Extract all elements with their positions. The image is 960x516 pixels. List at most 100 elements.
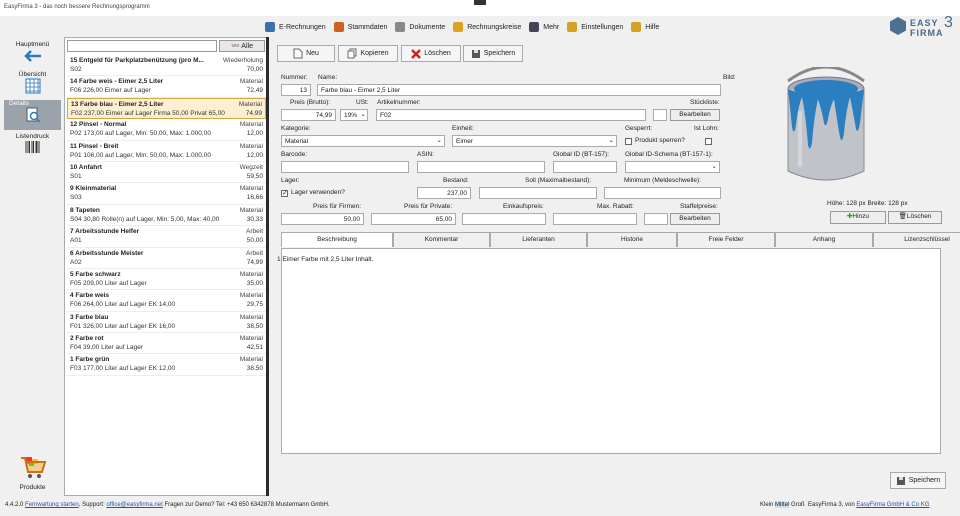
name-field[interactable]: Farbe blau - Eimer 2,5 Liter [317,84,721,96]
list-item-cat: Material [239,142,263,150]
list-item-desc: P02 173,00 auf Lager, Min: 50,00, Max: 1… [70,130,211,138]
list-item[interactable]: 15 Entgeld für Parkplatzbenützung (pro M… [67,55,266,77]
list-item[interactable]: 6 Arbeitsstunde Meister Arbeit A02 74,99 [67,248,266,269]
kategorie-label: Kategorie: [281,125,311,132]
list-item[interactable]: 12 Pinsel - Normal Material P02 173,00 auf… [67,119,266,141]
menu-item-5[interactable]: Einstellungen [564,19,628,35]
produkt-sperren-checkbox[interactable] [625,138,632,145]
list-item[interactable]: 4 Farbe weis Material F06 264,00 Liter auf… [67,290,266,312]
new-button[interactable]: Neu [277,45,335,62]
list-item-price: 74,99 [245,109,262,117]
email-link[interactable]: office@easyfirma.net [106,502,162,508]
global-id-field[interactable] [553,161,617,173]
number-circle-icon [453,22,464,32]
list-item[interactable]: 8 Tapeten Material S04 30,80 Rolle(n) auf … [67,205,266,227]
size-gross[interactable]: Groß [791,502,805,508]
tab-3[interactable]: Historie [587,232,677,247]
tab-4[interactable]: Freie Felder [677,232,775,247]
ust-select[interactable]: 19% ⌄ [340,109,368,121]
ist-lohn-checkbox[interactable] [705,138,712,145]
artnr-field[interactable]: F02 [376,109,646,121]
privat-field[interactable]: 65,00 [371,213,456,225]
list-item-price: 50,00 [246,237,263,245]
bestand-field[interactable]: 237,00 [417,187,471,199]
menu-item-2[interactable]: Dokumente [392,19,450,35]
preis-field[interactable]: 74,99 [281,109,336,121]
list-item[interactable]: 2 Farbe rot Material F04 39,00 Liter auf L… [67,333,266,355]
list-item-desc: P01 106,00 auf Lager, Min: 50,00, Max: 1… [70,151,211,159]
list-item[interactable]: 9 Kleinmaterial Material S03 16,66 [67,183,266,205]
product-image-paint-can[interactable] [770,67,882,191]
tab-5[interactable]: Anhang [775,232,873,247]
splitter[interactable] [266,37,269,496]
list-item[interactable]: 14 Farbe weis - Eimer 2,5 Liter Material F… [67,76,266,98]
list-item[interactable]: 11 Pinsel - Breit Material P01 106,00 auf … [67,141,266,162]
firmen-field[interactable]: 50,00 [281,213,364,225]
nav-hauptmenu[interactable]: Hauptmenü [4,41,61,69]
tab-1[interactable]: Kommentar [393,232,490,247]
staffel-bearbeiten-button[interactable]: Bearbeiten [670,213,720,225]
list-item-title: 3 Farbe blau [70,313,109,321]
ek-field[interactable] [462,213,546,225]
size-klein[interactable]: Klein [760,502,773,508]
tab-0[interactable]: Beschreibung [281,232,393,247]
save-button[interactable]: Speichern [463,45,523,62]
window-handle[interactable] [474,0,486,5]
list-item-desc: S02 [70,66,82,73]
global-schema-select[interactable]: ⌄ [625,161,720,173]
company-link[interactable]: EasyFirma GmbH & Co KG [856,502,929,508]
list-item-cat: Arbeit [246,228,263,236]
copy-button[interactable]: Kopieren [338,45,398,62]
menu-item-1[interactable]: Stammdaten [331,19,393,35]
kategorie-value: Material [285,138,309,145]
list-item[interactable]: 13 Farbe blau - Eimer 2,5 Liter Material F… [67,97,266,120]
menu-item-4[interactable]: Mehr [526,19,564,35]
bottom-save-button[interactable]: Speichern [890,472,946,489]
delete-button[interactable]: Löschen [401,45,461,62]
kategorie-select[interactable]: Material ⌄ [281,135,445,147]
preis-label: Preis (Brutto): [290,99,331,106]
ek-label: Einkaufspreis: [503,203,544,210]
description-editor[interactable] [281,248,941,454]
asin-field[interactable] [417,161,545,173]
rabatt-field[interactable] [553,213,637,225]
einheit-select[interactable]: Eimer ⌄ [452,135,617,147]
soll-field[interactable] [479,187,597,199]
list-item[interactable]: 5 Farbe schwarz Material F05 209,00 Liter … [67,269,266,291]
menu-item-0[interactable]: E-Rechnungen [262,19,331,35]
description-text: 1 Eimer Farbe mit 2,5 Liter Inhalt. [277,256,374,263]
alle-button[interactable]: 👓 Alle [219,40,265,52]
barcode-field[interactable] [281,161,409,173]
list-item-title: 1 Farbe grün [70,356,110,364]
menu-item-3[interactable]: Rechnungskreise [450,19,526,35]
list-item-title: 9 Kleinmaterial [70,185,117,193]
nav-listendruck-label: Listendruck [15,133,50,140]
staffel-field[interactable] [644,213,668,225]
search-input[interactable] [67,40,217,52]
minimum-field[interactable] [604,187,721,199]
fernwartung-link[interactable]: Fernwartung starten [25,502,79,508]
lager-verwenden-checkbox[interactable]: ✓ [281,190,288,197]
list-item-desc: S04 30,80 Rolle(n) auf Lager, Min: 5,00,… [70,215,220,223]
list-item-desc: F06 226,00 Eimer auf Lager [70,87,151,95]
save-label: Speichern [483,50,516,57]
nummer-field[interactable]: 13 [281,84,311,96]
nav-produkte[interactable]: Produkte [4,454,61,496]
list-item[interactable]: 3 Farbe blau Material F01 326,00 Liter auf… [67,312,266,334]
list-item[interactable]: 10 Anfahrt Wegzeit S01 59,50 [67,162,266,184]
size-mittel[interactable]: Mittel [775,502,790,508]
image-add-button[interactable]: ✚Hinzu [830,211,886,224]
list-item-cat: Material [238,100,262,108]
list-item[interactable]: 7 Arbeitsstunde Helfer Arbeit A01 50,00 [67,226,266,248]
image-delete-button[interactable]: 🗑Löschen [888,211,942,224]
nav-uebersicht[interactable]: Übersicht [4,71,61,100]
list-item[interactable]: 1 Farbe grün Material F03 177,00 Liter auf… [67,354,266,376]
tab-6[interactable]: Lizenzschlüssel [873,232,960,247]
tab-2[interactable]: Lieferanten [490,232,587,247]
stueckliste-bearbeiten-button[interactable]: Bearbeiten [670,109,720,121]
nav-details[interactable]: Details [4,100,61,130]
stueckliste-field[interactable] [653,109,667,121]
list-item-price: 74,99 [246,258,263,266]
menu-item-6[interactable]: Hilfe [628,19,664,35]
nav-listendruck[interactable]: Listendruck [4,133,61,161]
